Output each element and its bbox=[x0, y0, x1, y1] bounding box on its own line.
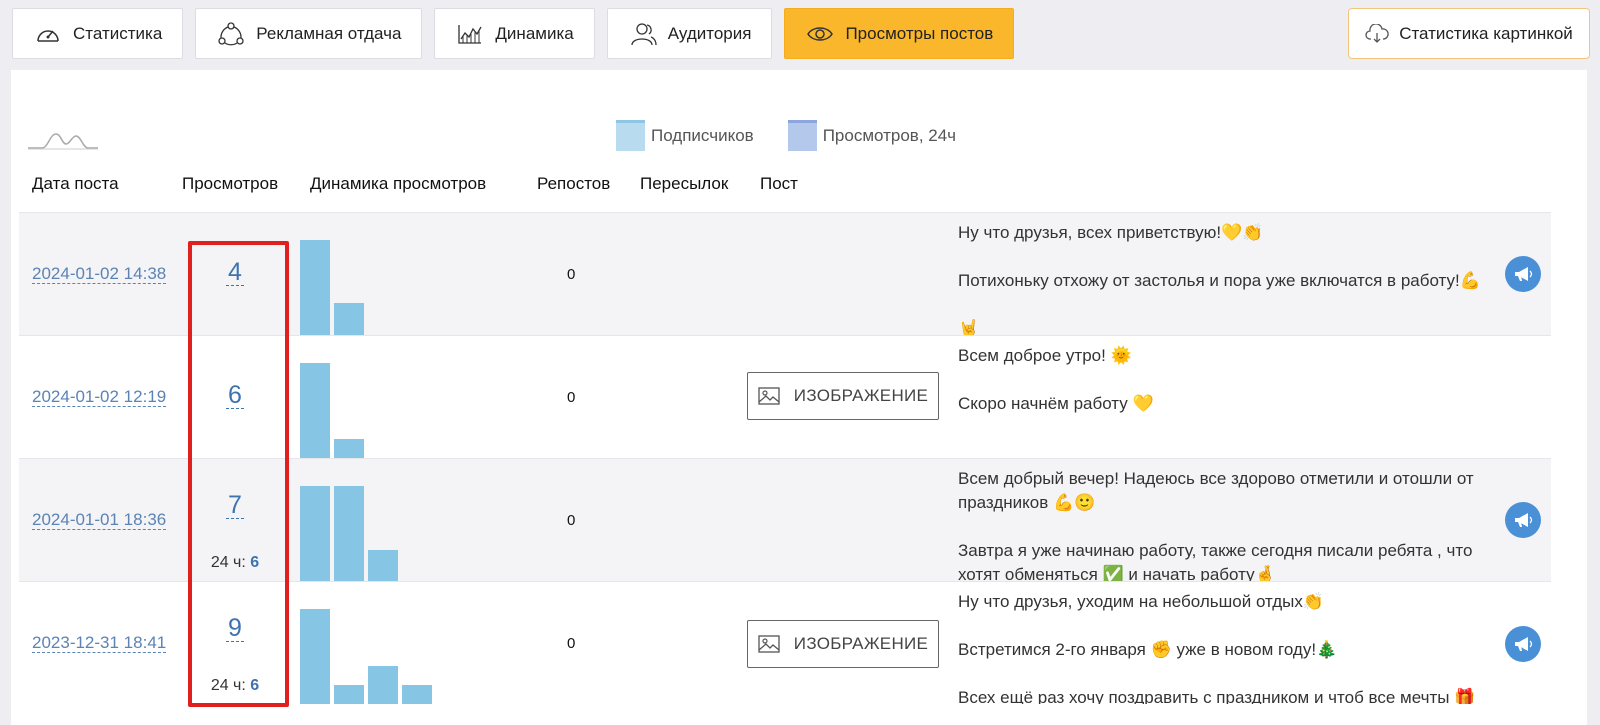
statistics-image-button[interactable]: Статистика картинкой bbox=[1348, 8, 1590, 59]
column-post: Пост bbox=[760, 174, 798, 193]
cloud-download-icon bbox=[1365, 23, 1389, 44]
tab-dynamics-label: Динамика bbox=[495, 23, 574, 43]
image-button[interactable]: ИЗОБРАЖЕНИЕ bbox=[747, 372, 939, 420]
users-icon bbox=[628, 22, 658, 46]
post-line: Всех ещё раз хочу поздравить с празднико… bbox=[958, 688, 1476, 704]
posts-table-body: 2024-01-02 14:38 4 0 Ну что друзья, всех… bbox=[19, 212, 1551, 704]
column-forwards[interactable]: Пересылок bbox=[640, 174, 728, 194]
views-count[interactable]: 6 bbox=[215, 381, 255, 410]
legend-subscribers-label: Подписчиков bbox=[651, 125, 754, 145]
reposts-count: 0 bbox=[567, 512, 576, 529]
post-text: Всем добрый вечер! Надеюсь все здорово о… bbox=[958, 467, 1518, 581]
views-24h-prefix: 24 ч: bbox=[210, 554, 251, 571]
table-row: 2023-12-31 18:41 9 24 ч: 6 0 ИЗОБРАЖЕНИЕ… bbox=[19, 581, 1551, 704]
post-date-link[interactable]: 2024-01-02 14:38 bbox=[32, 265, 167, 284]
legend-views-24h-swatch bbox=[787, 120, 817, 151]
dynamics-bar bbox=[300, 240, 330, 335]
post-line: Всем добрый вечер! Надеюсь все здорово о… bbox=[958, 469, 1474, 512]
column-date[interactable]: Дата поста bbox=[32, 174, 119, 194]
views-24h: 24 ч: 6 bbox=[207, 677, 263, 695]
dynamics-bar bbox=[368, 666, 398, 704]
tab-bar: Статистика Рекламная отдача Динамика Ауд… bbox=[12, 8, 1015, 59]
share-nodes-icon bbox=[216, 21, 246, 46]
chart-legend: Подписчиков Просмотров, 24ч bbox=[616, 120, 956, 151]
image-button-label: ИЗОБРАЖЕНИЕ bbox=[793, 386, 929, 405]
tab-dynamics[interactable]: Динамика bbox=[434, 8, 595, 59]
statistics-image-label: Статистика картинкой bbox=[1399, 23, 1573, 43]
dynamics-bar bbox=[300, 609, 330, 704]
eye-icon bbox=[805, 22, 835, 46]
views-24h-value: 6 bbox=[250, 677, 260, 694]
views-count[interactable]: 7 bbox=[215, 491, 255, 520]
views-count-value[interactable]: 7 bbox=[226, 492, 244, 519]
dynamics-bar bbox=[334, 486, 364, 581]
views-count[interactable]: 9 bbox=[215, 614, 255, 643]
views-count[interactable]: 4 bbox=[215, 258, 255, 287]
column-views[interactable]: Просмотров bbox=[182, 174, 278, 194]
views-24h-prefix: 24 ч: bbox=[210, 677, 251, 694]
dynamics-bar bbox=[334, 685, 364, 704]
views-dynamics-chart bbox=[300, 481, 398, 581]
wave-logo-icon bbox=[28, 130, 98, 155]
column-reposts[interactable]: Репостов bbox=[537, 174, 610, 194]
post-line: Встретимся 2-го января ✊ уже в новом год… bbox=[958, 640, 1338, 659]
tab-ad-return-label: Рекламная отдача bbox=[256, 23, 402, 43]
image-icon bbox=[758, 387, 780, 405]
views-dynamics-chart bbox=[300, 235, 364, 335]
dynamics-bar bbox=[300, 363, 330, 458]
reposts-count: 0 bbox=[567, 266, 576, 283]
post-date-link[interactable]: 2024-01-02 12:19 bbox=[32, 388, 167, 407]
tab-audience-label: Аудитория bbox=[667, 23, 752, 43]
post-date-link[interactable]: 2024-01-01 18:36 bbox=[32, 511, 167, 530]
image-button-label: ИЗОБРАЖЕНИЕ bbox=[793, 634, 929, 653]
post-date-link[interactable]: 2023-12-31 18:41 bbox=[32, 634, 167, 653]
legend-views-24h-label: Просмотров, 24ч bbox=[822, 125, 957, 145]
image-icon bbox=[758, 635, 780, 653]
line-chart-icon bbox=[455, 22, 485, 46]
legend-subscribers-swatch bbox=[616, 120, 645, 151]
post-line: Скоро начнём работу 💛 bbox=[958, 394, 1154, 413]
post-text: Всем доброе утро! 🌞 Скоро начнём работу … bbox=[958, 344, 1518, 440]
promote-megaphone-icon[interactable] bbox=[1505, 502, 1541, 538]
views-dynamics-chart bbox=[300, 604, 432, 704]
dynamics-bar bbox=[368, 550, 398, 581]
post-text: Ну что друзья, всех приветствую!💛👏 Потих… bbox=[958, 221, 1518, 335]
table-row: 2024-01-02 12:19 6 0 ИЗОБРАЖЕНИЕ Всем до… bbox=[19, 335, 1551, 458]
dynamics-bar bbox=[402, 685, 432, 704]
table-row: 2024-01-01 18:36 7 24 ч: 6 0 Всем добрый… bbox=[19, 458, 1551, 581]
image-button[interactable]: ИЗОБРАЖЕНИЕ bbox=[747, 620, 939, 668]
views-dynamics-chart bbox=[300, 358, 364, 458]
legend-subscribers: Подписчиков bbox=[616, 120, 754, 151]
tab-audience[interactable]: Аудитория bbox=[606, 8, 773, 59]
speedometer-icon bbox=[33, 22, 63, 46]
views-count-value[interactable]: 4 bbox=[226, 259, 244, 286]
views-count-value[interactable]: 9 bbox=[226, 615, 244, 642]
table-row: 2024-01-02 14:38 4 0 Ну что друзья, всех… bbox=[19, 212, 1551, 335]
promote-megaphone-icon[interactable] bbox=[1505, 256, 1541, 292]
post-views-panel: Подписчиков Просмотров, 24ч Дата поста П… bbox=[11, 70, 1587, 725]
promote-megaphone-icon[interactable] bbox=[1505, 626, 1541, 662]
post-line: Завтра я уже начинаю работу, также сегод… bbox=[958, 541, 1473, 581]
reposts-count: 0 bbox=[567, 389, 576, 406]
tab-ad-return[interactable]: Рекламная отдача bbox=[195, 8, 423, 59]
legend-views-24h: Просмотров, 24ч bbox=[787, 120, 957, 151]
post-line: Ну что друзья, уходим на небольшой отдых… bbox=[958, 592, 1325, 611]
column-dynamics: Динамика просмотров bbox=[310, 174, 487, 193]
post-line: Потихоньку отхожу от застолья и пора уже… bbox=[958, 271, 1481, 290]
dynamics-bar bbox=[334, 303, 364, 335]
views-count-value[interactable]: 6 bbox=[226, 382, 244, 409]
dynamics-bar bbox=[334, 439, 364, 458]
reposts-count: 0 bbox=[567, 635, 576, 652]
views-24h-value: 6 bbox=[250, 554, 260, 571]
views-24h: 24 ч: 6 bbox=[207, 554, 263, 572]
tab-statistics-label: Статистика bbox=[73, 23, 163, 43]
tab-post-views-label: Просмотры постов bbox=[845, 23, 994, 43]
post-line: Ну что друзья, всех приветствую!💛👏 bbox=[958, 223, 1264, 242]
post-line: Всем доброе утро! 🌞 bbox=[958, 346, 1132, 365]
tab-post-views[interactable]: Просмотры постов bbox=[784, 8, 1015, 59]
dynamics-bar bbox=[300, 486, 330, 581]
post-line: 🤘 bbox=[958, 319, 980, 335]
post-text: Ну что друзья, уходим на небольшой отдых… bbox=[958, 590, 1518, 704]
tab-statistics[interactable]: Статистика bbox=[12, 8, 184, 59]
